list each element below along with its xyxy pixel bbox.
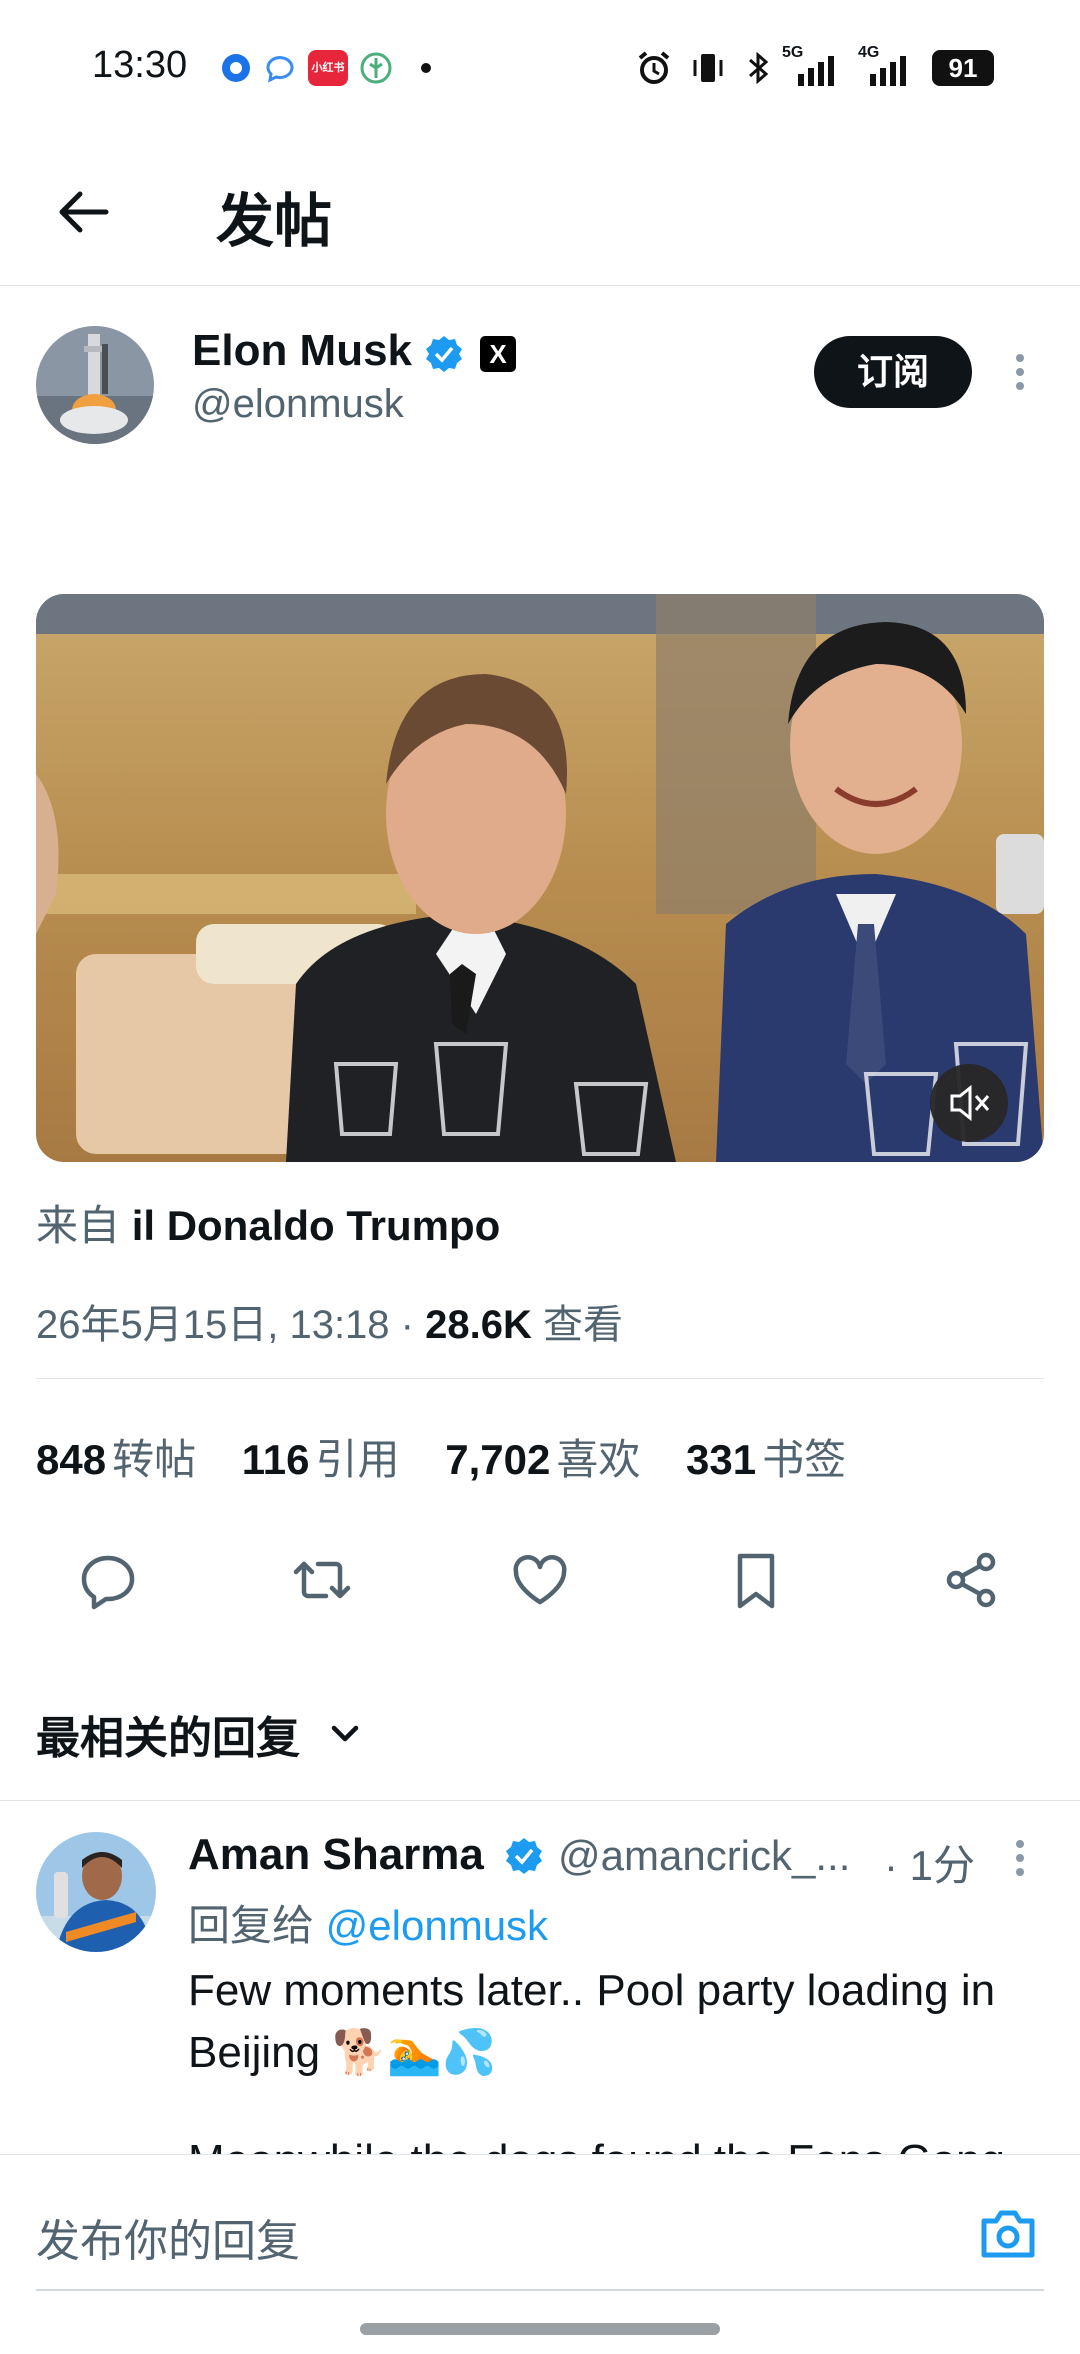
likes-stat[interactable]: 7,702 喜欢 [445, 1436, 674, 1483]
battery-indicator: 91 [932, 50, 994, 86]
app-notification-icon [222, 54, 250, 82]
reply-author-name[interactable]: Aman Sharma [188, 1830, 484, 1880]
reply-text: Few moments later.. Pool party loading i… [188, 1966, 996, 2077]
status-time: 13:30 [92, 44, 188, 86]
reply-input[interactable]: 发布你的回复 [36, 2205, 300, 2269]
signal-5g-icon: 5G [782, 44, 834, 86]
replying-to: 回复给 @elonmusk [188, 1892, 548, 1953]
verified-badge-icon [506, 1838, 542, 1874]
reply-composer: 发布你的回复 [0, 2154, 1080, 2354]
divider [36, 1378, 1044, 1379]
status-bar: 13:30 小红书 5G 4G 91 [0, 0, 1080, 140]
page-title: 发帖 [216, 189, 333, 254]
share-icon[interactable] [940, 1548, 1004, 1612]
repost-icon[interactable] [290, 1548, 354, 1612]
reply-author-handle[interactable]: @amancrick_... [558, 1832, 850, 1880]
mute-toggle-icon[interactable] [930, 1064, 1008, 1142]
verified-badge-icon [426, 336, 462, 372]
reply-timestamp: · 1分 [884, 1842, 976, 1889]
author-name[interactable]: Elon Musk [192, 326, 412, 376]
chevron-down-icon[interactable] [324, 1712, 366, 1754]
back-arrow-icon[interactable] [52, 180, 116, 244]
more-options-icon[interactable] [1004, 1836, 1036, 1880]
divider [0, 1800, 1080, 1801]
more-notifications-dot-icon [421, 63, 431, 73]
alarm-icon [638, 51, 670, 84]
x-affiliation-icon: X [480, 336, 516, 372]
signal-4g-icon: 4G [850, 44, 908, 86]
video-source[interactable]: 来自 il Donaldo Trumpo [36, 1192, 500, 1253]
post-video[interactable] [36, 594, 1044, 1162]
leaf-notification-icon [360, 52, 392, 84]
bookmarks-stat[interactable]: 331 书签 [686, 1436, 880, 1483]
camera-icon[interactable] [976, 2201, 1040, 2265]
reply-icon[interactable] [76, 1548, 140, 1612]
replying-to-handle[interactable]: @elonmusk [326, 1902, 548, 1949]
engagement-stats: 848 转帖 116 引用 7,702 喜欢 331 书签 [36, 1426, 880, 1487]
reposts-stat[interactable]: 848 转帖 [36, 1436, 230, 1483]
quotes-stat[interactable]: 116 引用 [242, 1436, 434, 1483]
author-avatar[interactable] [36, 326, 154, 444]
subscribe-button[interactable]: 订阅 [814, 336, 972, 408]
source-name[interactable]: il Donaldo Trumpo [132, 1202, 501, 1249]
views-count: 28.6K [425, 1303, 532, 1347]
author-handle[interactable]: @elonmusk [192, 382, 404, 427]
replying-to-prefix: 回复给 [188, 1902, 326, 1949]
chat-notification-icon [266, 56, 294, 83]
like-icon[interactable] [508, 1548, 572, 1612]
views-label: 查看 [531, 1303, 623, 1347]
top-app-bar: 发帖 [0, 140, 1080, 286]
home-indicator[interactable] [360, 2323, 720, 2335]
post-meta: 26年5月15日, 13:18 · 28.6K 查看 [36, 1292, 623, 1350]
xiaohongshu-icon: 小红书 [308, 50, 348, 86]
composer-underline [36, 2289, 1044, 2291]
reply-avatar[interactable] [36, 1832, 156, 1952]
more-options-icon[interactable] [1004, 350, 1036, 394]
source-prefix: 来自 [36, 1202, 121, 1249]
bluetooth-icon [749, 51, 769, 85]
bookmark-icon[interactable] [724, 1548, 788, 1612]
replies-sort-selector[interactable]: 最相关的回复 [36, 1702, 300, 1766]
reply-text-continued: Meanwhile the dogs found the Fans Gang [188, 2130, 1048, 2156]
vibrate-icon [693, 54, 723, 82]
post-date: 26年5月15日, 13:18 · [36, 1303, 426, 1347]
